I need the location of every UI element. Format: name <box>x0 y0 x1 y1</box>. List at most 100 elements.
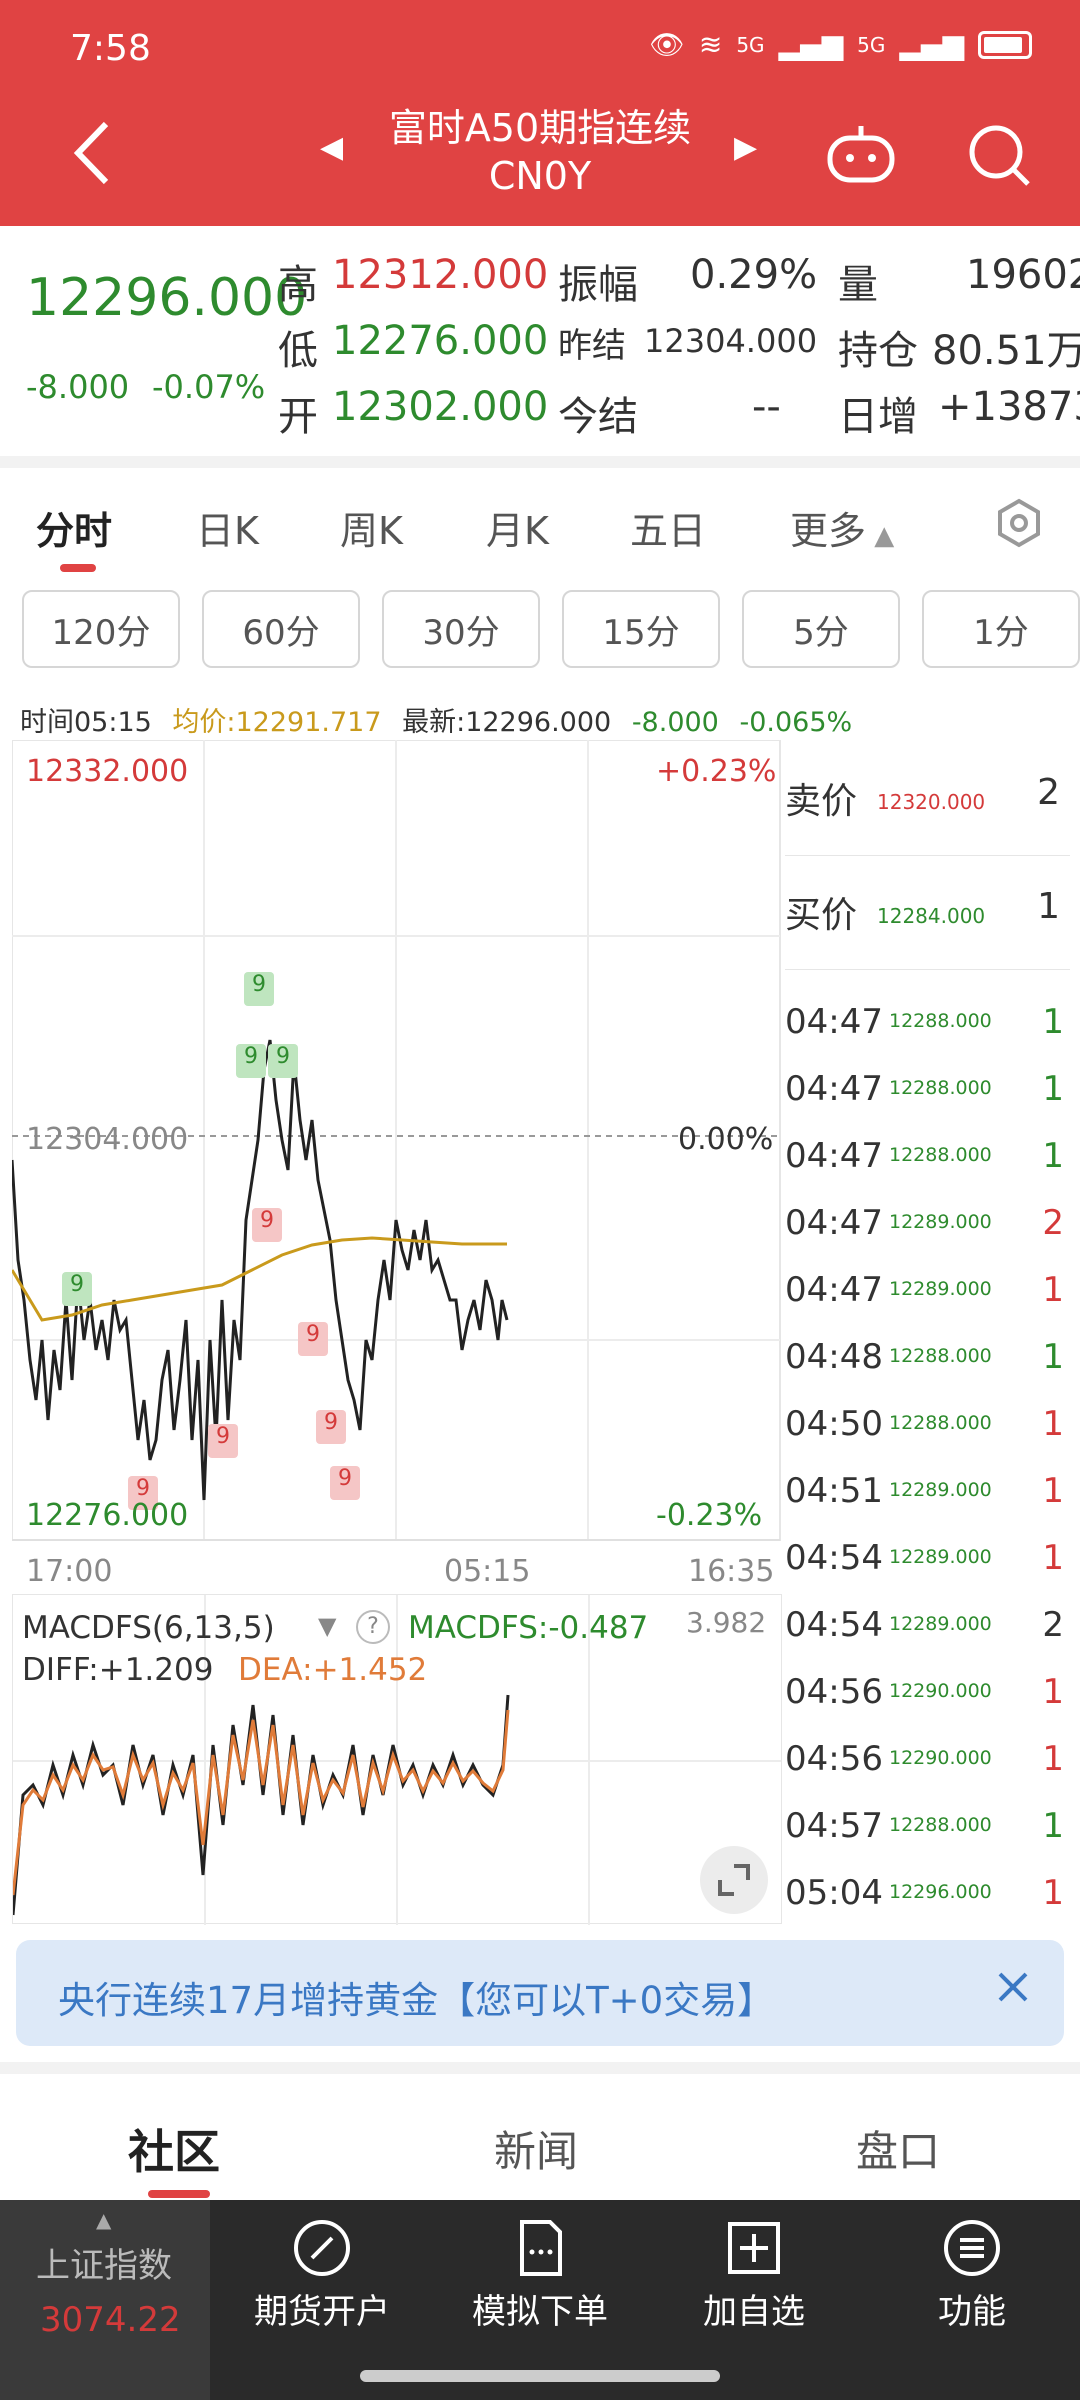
trade-time: 04:47 <box>785 1069 883 1109</box>
interval-5m[interactable]: 5分 <box>742 590 900 668</box>
tab-more[interactable]: 更多 ▲ <box>790 500 894 555</box>
interval-30m[interactable]: 30分 <box>382 590 540 668</box>
active-tab-indicator <box>148 2190 210 2198</box>
high-value: 12312.000 <box>332 252 549 298</box>
trade-volume: 2 <box>1042 1605 1064 1645</box>
nav-add-watchlist-label: 加自选 <box>703 2292 805 2332</box>
trade-tick-row: 04:54 12289.000 2 <box>785 1589 1070 1656</box>
trade-price: 12288.000 <box>889 1345 992 1367</box>
trade-tick-row: 04:56 12290.000 1 <box>785 1723 1070 1790</box>
interval-1m[interactable]: 1分 <box>922 590 1080 668</box>
bid-row: 买价 12284.000 1 <box>785 856 1070 970</box>
tab-intraday[interactable]: 分时 <box>36 500 112 555</box>
settle-label: 今结 <box>558 394 638 440</box>
nav-functions[interactable]: 功能 <box>872 2212 1072 2333</box>
trade-price: 12288.000 <box>889 1814 992 1836</box>
tab-five-day[interactable]: 五日 <box>630 500 706 555</box>
td-marker-red: 9 <box>252 1208 282 1242</box>
caret-up-icon: ▲ <box>96 2208 112 2232</box>
nav-simulated-order[interactable]: 模拟下单 <box>440 2212 640 2333</box>
hexagon-settings-icon <box>998 498 1040 548</box>
td-marker-green: 9 <box>244 972 274 1006</box>
settle-value: -- <box>752 384 781 430</box>
back-button[interactable] <box>70 118 114 192</box>
bid-volume: 1 <box>1037 886 1060 927</box>
trade-tick-row: 04:47 12288.000 1 <box>785 986 1070 1053</box>
add-box-icon <box>728 2222 780 2274</box>
tab-more-label: 更多 <box>790 509 867 553</box>
trade-time: 04:47 <box>785 1002 883 1042</box>
robot-assistant-button[interactable] <box>826 124 896 188</box>
trade-price: 12288.000 <box>889 1010 992 1032</box>
macd-dea-line <box>11 1709 510 1896</box>
nav-simulated-order-label: 模拟下单 <box>472 2292 608 2332</box>
interval-60m[interactable]: 60分 <box>202 590 360 668</box>
close-banner-button[interactable] <box>988 1962 1038 2016</box>
chart-top-pct: +0.23% <box>656 754 777 789</box>
interval-15m[interactable]: 15分 <box>562 590 720 668</box>
help-icon[interactable]: ? <box>356 1610 390 1644</box>
app-header: 7:58 👁 ≋ 5G ▂▄▆ 5G ▂▄▆ ◀ 富时A50期指连续 CN0Y … <box>0 0 1080 226</box>
info-change-pct: -0.065% <box>739 707 853 738</box>
trade-tick-row: 04:47 12289.000 1 <box>785 1254 1070 1321</box>
trade-price: 12289.000 <box>889 1211 992 1233</box>
home-indicator[interactable] <box>360 2370 720 2382</box>
macd-diff-line <box>11 1694 510 1916</box>
settings-button[interactable] <box>994 498 1044 552</box>
tab-community[interactable]: 社区 <box>128 2116 220 2182</box>
search-button[interactable] <box>966 122 1032 192</box>
chart-mid-pct: 0.00% <box>678 1122 774 1157</box>
daily-change-value: +13873 <box>938 384 1080 430</box>
td-marker-red: 9 <box>316 1410 346 1444</box>
wifi-icon: ≋ <box>698 28 723 61</box>
trade-time: 04:54 <box>785 1538 883 1578</box>
trade-time: 05:04 <box>785 1873 883 1913</box>
bid-label: 买价 <box>785 895 858 936</box>
tab-weekly-k[interactable]: 周K <box>340 500 403 555</box>
trade-tick-row: 04:50 12288.000 1 <box>785 1388 1070 1455</box>
period-tabs: 分时 日K 周K 月K 五日 更多 ▲ <box>0 470 1080 580</box>
close-icon <box>998 1972 1028 2002</box>
trade-price: 12289.000 <box>889 1546 992 1568</box>
info-time: 时间05:15 <box>20 707 152 738</box>
next-contract-button[interactable]: ▶ <box>734 130 757 165</box>
trade-volume: 1 <box>1042 1270 1064 1310</box>
trade-tick-row: 05:04 12296.000 1 <box>785 1857 1070 1924</box>
tab-monthly-k[interactable]: 月K <box>486 500 549 555</box>
index-widget[interactable]: ▲ 上证指数 3074.22 <box>0 2200 210 2400</box>
trade-volume: 1 <box>1042 1404 1064 1444</box>
macd-indicator-name[interactable]: MACDFS(6,13,5) <box>22 1610 275 1646</box>
nav-open-account[interactable]: 期货开户 <box>222 2212 422 2333</box>
signal-2-label: 5G <box>857 32 886 57</box>
tab-order-book[interactable]: 盘口 <box>856 2118 940 2179</box>
macd-dea: DEA:+1.452 <box>238 1652 428 1688</box>
expand-icon <box>718 1864 750 1896</box>
tab-news[interactable]: 新闻 <box>494 2118 578 2179</box>
trade-volume: 1 <box>1042 1471 1064 1511</box>
trade-tick-row: 04:54 12289.000 1 <box>785 1522 1070 1589</box>
trade-time: 04:47 <box>785 1270 883 1310</box>
time-axis-start: 17:00 <box>26 1554 113 1589</box>
td-marker-green: 9 <box>268 1044 298 1078</box>
menu-circle-icon <box>944 2220 1000 2276</box>
trade-price: 12289.000 <box>889 1479 992 1501</box>
trade-tick-row: 04:47 12288.000 1 <box>785 1120 1070 1187</box>
tab-daily-k[interactable]: 日K <box>196 500 259 555</box>
search-icon <box>969 125 1030 186</box>
info-change: -8.000 <box>631 707 719 738</box>
trade-price: 12288.000 <box>889 1077 992 1099</box>
index-name: 上证指数 <box>36 2246 172 2286</box>
high-label: 高 <box>278 262 318 308</box>
robot-icon <box>827 126 895 183</box>
trade-volume: 1 <box>1042 1002 1064 1042</box>
promo-banner[interactable]: 央行连续17月增持黄金【您可以T+0交易】 <box>16 1940 1064 2046</box>
cursor-info-line: 时间05:15 均价:12291.717 最新:12296.000 -8.000… <box>20 700 852 739</box>
trade-price: 12288.000 <box>889 1144 992 1166</box>
interval-120m[interactable]: 120分 <box>22 590 180 668</box>
price-change-pct: -0.07% <box>152 368 266 406</box>
nav-add-watchlist[interactable]: 加自选 <box>654 2212 854 2333</box>
dropdown-triangle-icon[interactable]: ▼ <box>318 1612 336 1640</box>
trade-ticks-list[interactable]: 04:47 12288.000 1 04:47 12288.000 1 04:47 12288… <box>785 986 1070 1924</box>
ask-volume: 2 <box>1037 772 1060 813</box>
fullscreen-button[interactable] <box>700 1846 768 1914</box>
